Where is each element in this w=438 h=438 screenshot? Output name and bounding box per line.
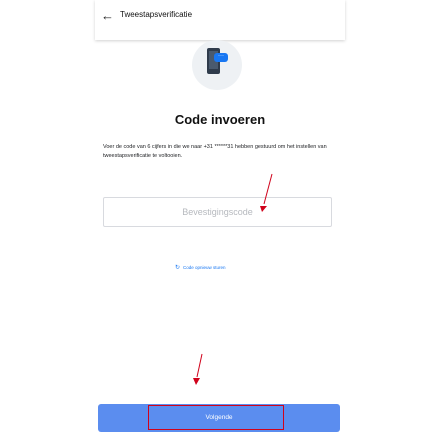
back-arrow-icon[interactable]: ← xyxy=(101,9,114,23)
page-title: Code invoeren xyxy=(174,112,266,127)
confirmation-code-input[interactable] xyxy=(103,197,332,227)
resend-code-link[interactable]: ↻ Code opnieuw sturen xyxy=(175,264,226,271)
app-header: ← Tweestapsverificatie xyxy=(95,0,345,40)
phone-message-illustration: ··· xyxy=(192,40,242,90)
header-title: Tweestapsverificatie xyxy=(120,10,193,19)
annotation-arrow-icon xyxy=(193,353,203,385)
two-step-verification-screen: ← Tweestapsverificatie ··· Code invoeren… xyxy=(95,0,345,438)
refresh-icon: ↻ xyxy=(175,265,181,271)
chat-bubble-icon: ··· xyxy=(214,53,228,62)
instruction-text: Voer de code van 6 cijfers in die we naa… xyxy=(103,144,327,159)
resend-code-label: Code opnieuw sturen xyxy=(183,265,226,270)
annotation-arrow-icon xyxy=(260,173,273,212)
highlight-box xyxy=(148,405,284,430)
